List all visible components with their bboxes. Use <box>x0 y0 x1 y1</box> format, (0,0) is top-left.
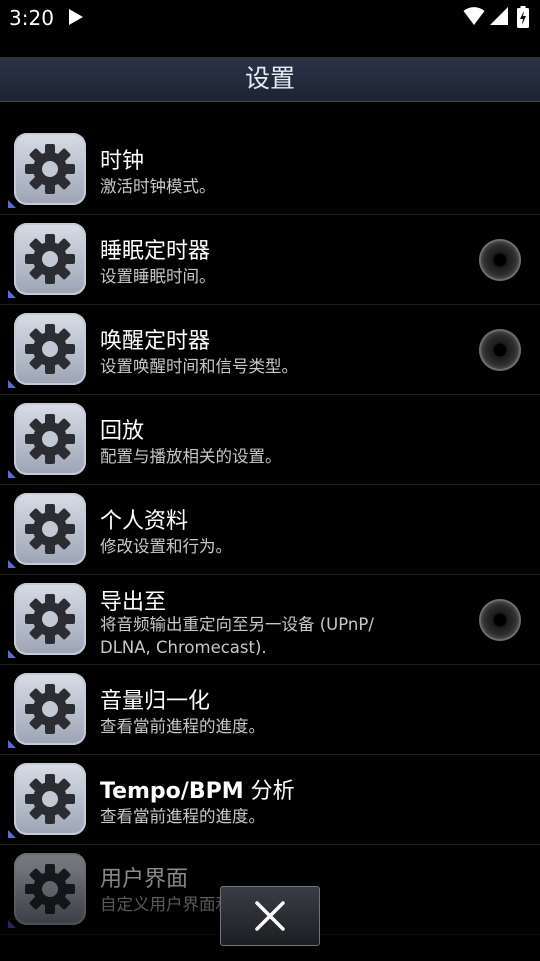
item-description-line1: 将音频输出重定向至另一设备 (UPnP/ <box>100 615 374 634</box>
item-description: 设置睡眠时间。 <box>100 267 216 286</box>
settings-item-export[interactable]: 导出至 将音频输出重定向至另一设备 (UPnP/ DLNA, Chromecas… <box>0 575 540 665</box>
item-title-rest: 分析 <box>243 779 295 804</box>
item-description: 将音频输出重定向至另一设备 (UPnP/ DLNA, Chromecast). <box>100 613 374 659</box>
item-title: Tempo/BPM 分析 <box>100 773 295 805</box>
settings-item-profile[interactable]: 个人资料 修改设置和行为。 <box>0 485 540 575</box>
wake-timer-radio[interactable] <box>479 329 521 371</box>
gear-icon <box>14 493 86 565</box>
wifi-icon <box>463 7 485 25</box>
settings-item-wake-timer[interactable]: 唤醒定时器 设置唤醒时间和信号类型。 <box>0 305 540 395</box>
item-description: 查看當前進程的進度。 <box>100 807 265 826</box>
corner-marker <box>8 470 16 478</box>
close-icon <box>255 901 285 931</box>
item-description: 查看當前進程的進度。 <box>100 717 265 736</box>
item-title: 音量归一化 <box>100 689 211 714</box>
settings-item-sleep-timer[interactable]: 睡眠定时器 设置睡眠时间。 <box>0 215 540 305</box>
item-description: 配置与播放相关的设置。 <box>100 447 282 466</box>
gear-icon <box>14 313 86 385</box>
settings-item-tempo-bpm[interactable]: Tempo/BPM 分析 查看當前進程的進度。 <box>0 755 540 845</box>
corner-marker <box>8 200 16 208</box>
corner-marker <box>8 650 16 658</box>
battery-charging-icon <box>517 6 529 28</box>
gear-icon <box>14 673 86 745</box>
close-button[interactable] <box>220 886 320 946</box>
item-title: 回放 <box>100 419 145 444</box>
corner-marker <box>8 290 16 298</box>
gear-icon <box>14 763 86 835</box>
gear-icon <box>14 403 86 475</box>
status-bar: 3:20 <box>0 0 540 36</box>
settings-list: 时钟 激活时钟模式。 睡眠定时器 设置睡眠时间。 唤醒定时器 设置唤醒时间和信号… <box>0 125 540 935</box>
page-title: 设置 <box>0 57 540 102</box>
item-title-bold: Tempo/BPM <box>100 779 244 804</box>
export-radio[interactable] <box>479 599 521 641</box>
item-description: 设置唤醒时间和信号类型。 <box>100 357 298 376</box>
gear-icon <box>14 133 86 205</box>
item-title: 睡眠定时器 <box>100 239 211 264</box>
gear-icon <box>14 853 86 925</box>
item-title: 用户界面 <box>100 867 189 892</box>
status-time: 3:20 <box>9 6 54 30</box>
item-description-line2: DLNA, Chromecast). <box>100 638 267 657</box>
gear-icon <box>14 223 86 295</box>
item-description: 激活时钟模式。 <box>100 177 216 196</box>
corner-marker <box>8 380 16 388</box>
cell-signal-icon <box>490 7 508 25</box>
item-title: 导出至 <box>100 590 167 615</box>
settings-item-volume-normalization[interactable]: 音量归一化 查看當前進程的進度。 <box>0 665 540 755</box>
sleep-timer-radio[interactable] <box>479 239 521 281</box>
settings-item-clock[interactable]: 时钟 激活时钟模式。 <box>0 125 540 215</box>
corner-marker <box>8 920 16 928</box>
settings-item-playback[interactable]: 回放 配置与播放相关的设置。 <box>0 395 540 485</box>
corner-marker <box>8 740 16 748</box>
corner-marker <box>8 830 16 838</box>
gear-icon <box>14 583 86 655</box>
corner-marker <box>8 560 16 568</box>
item-title: 唤醒定时器 <box>100 329 211 354</box>
play-icon <box>69 9 83 25</box>
item-title: 个人资料 <box>100 509 189 534</box>
item-description: 修改设置和行为。 <box>100 537 232 556</box>
item-title: 时钟 <box>100 149 145 174</box>
